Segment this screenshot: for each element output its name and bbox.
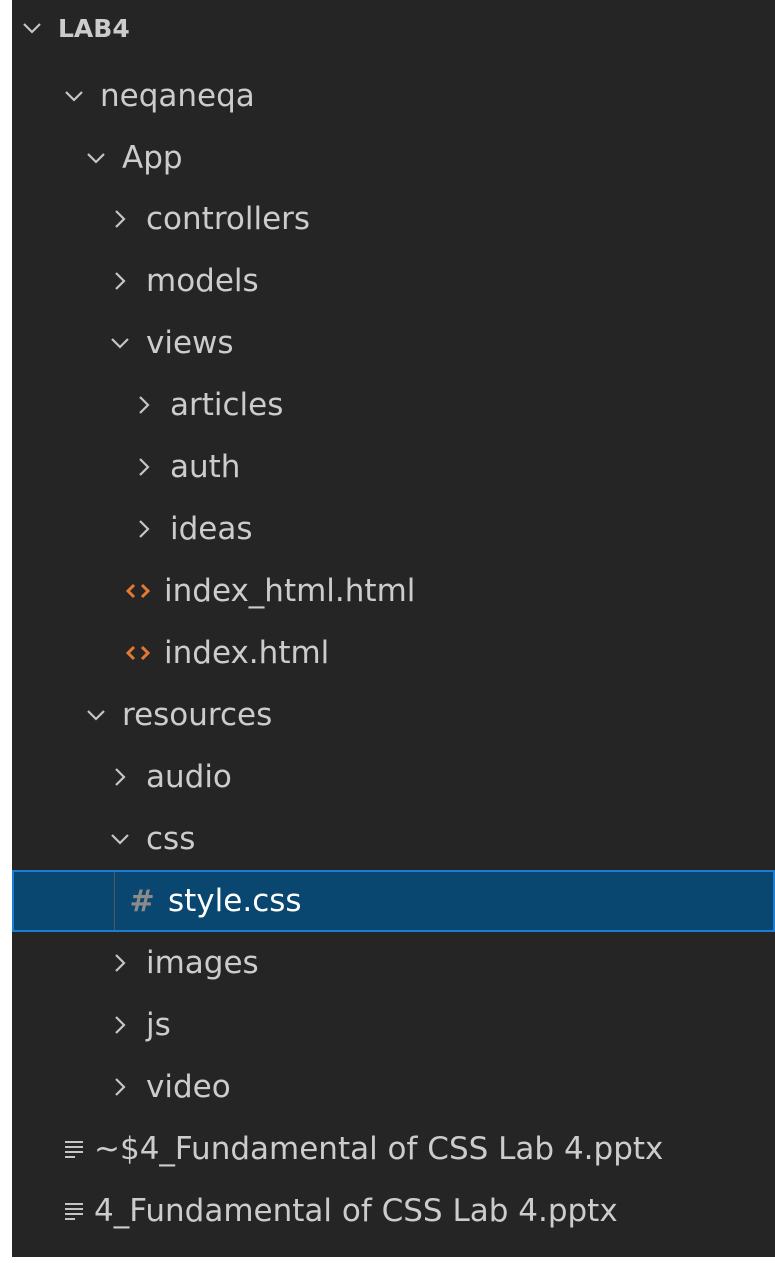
tree-item-label: ideas — [170, 511, 253, 547]
tree-item-index-html[interactable]: index.html — [12, 622, 775, 684]
tree-item-label: resources — [122, 697, 273, 733]
tree-item-label: articles — [170, 387, 284, 423]
tree-item-label: style.css — [168, 883, 302, 919]
tree-root-lab4[interactable]: LAB4 — [12, 0, 775, 59]
tree-item-label: 4_Fundamental of CSS Lab 4.pptx — [94, 1193, 618, 1229]
tree-item-articles[interactable]: articles — [12, 374, 775, 436]
tree-item-neqaneqa[interactable]: neqaneqa — [12, 65, 775, 127]
tree-item-index-html-html[interactable]: index_html.html — [12, 560, 775, 622]
tree-item-label: auth — [170, 449, 241, 485]
tree-item-label: neqaneqa — [100, 78, 255, 114]
chevron-right-icon — [108, 269, 132, 293]
tree-item-label: audio — [146, 759, 232, 795]
tree-item-images[interactable]: images — [12, 932, 775, 994]
tree-item-label: views — [146, 325, 234, 361]
tree-item-label: css — [146, 821, 196, 857]
tree-item-label: models — [146, 263, 259, 299]
chevron-right-icon — [108, 1013, 132, 1037]
html-file-icon — [126, 583, 150, 599]
tree-item-label: App — [122, 140, 183, 176]
tree-item-audio[interactable]: audio — [12, 746, 775, 808]
tree-item-video[interactable]: video — [12, 1056, 775, 1118]
chevron-right-icon — [132, 455, 156, 479]
tree-item-label: index_html.html — [164, 573, 416, 609]
explorer-tree: LAB4 neqaneqa App controllers models vie… — [12, 0, 775, 1257]
tree-item-label: js — [146, 1007, 171, 1043]
chevron-down-icon — [84, 703, 108, 727]
chevron-down-icon — [108, 331, 132, 355]
chevron-right-icon — [108, 207, 132, 231]
tree-item-css[interactable]: css — [12, 808, 775, 870]
indent-guide — [114, 872, 115, 930]
tree-item-auth[interactable]: auth — [12, 436, 775, 498]
css-hash-icon: # — [129, 883, 155, 919]
tree-item-label: controllers — [146, 201, 311, 237]
tree-item-app[interactable]: App — [12, 127, 775, 189]
tree-item-label: index.html — [164, 635, 330, 671]
text-file-icon — [62, 1139, 86, 1159]
tree-item-models[interactable]: models — [12, 250, 775, 312]
tree-item-label: ~$4_Fundamental of CSS Lab 4.pptx — [94, 1131, 664, 1167]
tree-item-label: video — [146, 1069, 231, 1105]
tree-item-label: images — [146, 945, 259, 981]
chevron-down-icon — [20, 16, 44, 40]
chevron-right-icon — [108, 765, 132, 789]
chevron-down-icon — [108, 827, 132, 851]
chevron-right-icon — [132, 517, 156, 541]
tree-item-js[interactable]: js — [12, 994, 775, 1056]
chevron-down-icon — [62, 84, 86, 108]
chevron-right-icon — [108, 951, 132, 975]
tree-item-resources[interactable]: resources — [12, 684, 775, 746]
html-file-icon — [126, 645, 150, 661]
tree-item-temp-pptx[interactable]: ~$4_Fundamental of CSS Lab 4.pptx — [12, 1118, 775, 1180]
chevron-right-icon — [108, 1075, 132, 1099]
tree-item-ideas[interactable]: ideas — [12, 498, 775, 560]
tree-item-controllers[interactable]: controllers — [12, 188, 775, 250]
tree-root-label: LAB4 — [58, 13, 130, 43]
tree-item-style-css[interactable]: # style.css — [12, 870, 775, 932]
chevron-right-icon — [132, 393, 156, 417]
tree-item-pptx[interactable]: 4_Fundamental of CSS Lab 4.pptx — [12, 1180, 775, 1242]
text-file-icon — [62, 1201, 86, 1221]
chevron-down-icon — [84, 146, 108, 170]
tree-item-views[interactable]: views — [12, 312, 775, 374]
